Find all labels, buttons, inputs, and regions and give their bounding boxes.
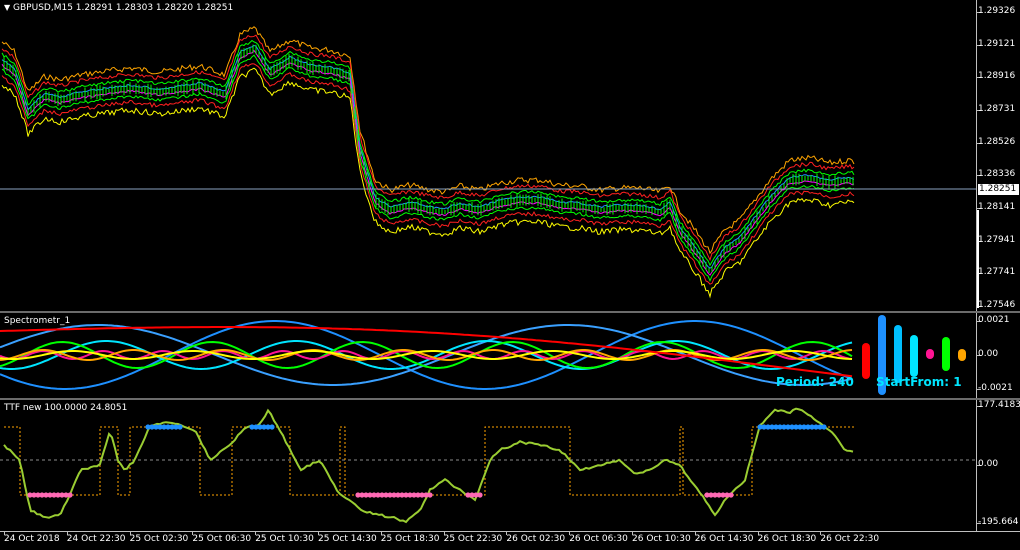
scale-label: 1.27546 <box>978 300 1016 310</box>
spectrometr-start-label: StartFrom: 1 <box>876 375 962 389</box>
chart-menu-icon[interactable]: ▼ <box>4 3 10 12</box>
time-label: 26 Oct 14:30 <box>694 534 754 544</box>
spectrometr-period-label: Period: 240 <box>776 375 854 389</box>
ttf-bull-zone <box>145 424 183 430</box>
envelope-orange-upper <box>1 26 855 255</box>
price-chart-svg[interactable] <box>0 0 976 311</box>
spectrometr-pane[interactable]: Spectrometr_1 Period: 240 StartFrom: 1 0… <box>0 313 1020 398</box>
scale-label: 1.27941 <box>978 234 1016 245</box>
scale-label: 0.00 <box>978 349 999 359</box>
time-label: 26 Oct 18:30 <box>757 534 817 544</box>
ttf-zone-dot <box>427 492 433 498</box>
ttf-bear-zone <box>465 492 483 498</box>
time-label: 25 Oct 22:30 <box>443 534 503 544</box>
time-label: 25 Oct 14:30 <box>318 534 377 544</box>
time-label: 25 Oct 18:30 <box>380 534 440 544</box>
time-label: 24 Oct 22:30 <box>66 534 126 544</box>
ttf-bull-zone <box>757 424 827 430</box>
scale-label: 0.0021 <box>978 315 1010 325</box>
scale-label: 1.27741 <box>978 267 1016 278</box>
ttf-svg[interactable] <box>0 400 976 531</box>
ttf-bear-zone <box>355 492 433 498</box>
spectrometr-amplitude-bar <box>926 349 934 359</box>
time-label: 26 Oct 22:30 <box>820 534 880 544</box>
spectrometr-scale[interactable]: 0.0021 0.00 -0.0021 <box>976 313 1020 398</box>
ttf-bull-zone <box>249 424 275 430</box>
time-label: 25 Oct 02:30 <box>129 534 189 544</box>
envelope-yellow-lower <box>1 67 855 299</box>
time-label: 26 Oct 10:30 <box>632 534 691 544</box>
scale-label: 1.28526 <box>978 136 1016 147</box>
time-axis[interactable]: 24 Oct 2018 24 Oct 22:30 25 Oct 02:30 25 Oc… <box>0 531 1020 550</box>
time-label: 26 Oct 02:30 <box>506 534 566 544</box>
ttf-zone-dot <box>821 424 827 430</box>
ttf-zone-dot <box>728 492 734 498</box>
price-plot-area[interactable] <box>0 0 976 311</box>
ttf-signal-line <box>4 426 855 496</box>
time-label: 25 Oct 10:30 <box>255 534 314 544</box>
price-bars <box>3 44 854 273</box>
spectrometr-title: Spectrometr_1 <box>4 316 71 326</box>
spectrometr-amplitude-bar <box>862 343 870 379</box>
price-scale[interactable]: 1.29326 1.29121 1.28916 1.28731 1.28526 1.283… <box>976 0 1020 311</box>
time-label: 26 Oct 06:30 <box>569 534 628 544</box>
spectrometr-amplitude-bar <box>958 349 966 361</box>
ttf-zone-dot <box>67 492 73 498</box>
time-label: 25 Oct 06:30 <box>192 534 252 544</box>
scale-label: -0.0021 <box>978 383 1013 393</box>
ttf-zone-dot <box>269 424 275 430</box>
price-chart-title: ▼ GBPUSD,M15 1.28291 1.28303 1.28220 1.2… <box>4 3 233 13</box>
ttf-title: TTF new 100.0000 24.8051 <box>4 403 128 413</box>
scale-label: -195.664 <box>978 517 1019 527</box>
ttf-bear-zone <box>704 492 734 498</box>
envelope-red-lower <box>1 63 855 285</box>
spectrometr-amplitude-bar <box>942 337 950 371</box>
scale-label: 1.28916 <box>978 71 1016 82</box>
envelope-red-upper <box>1 34 855 262</box>
scale-label: 1.29121 <box>978 38 1016 49</box>
current-price-tag: 1.28251 <box>978 184 1019 195</box>
scale-label: 1.28731 <box>978 104 1016 114</box>
time-label: 24 Oct 2018 <box>4 534 60 544</box>
ttf-zone-dot <box>177 424 183 430</box>
envelope-green-upper <box>1 39 855 267</box>
scale-range-marker <box>977 210 979 308</box>
price-chart-pane[interactable]: ▼ GBPUSD,M15 1.28291 1.28303 1.28220 1.2… <box>0 0 1020 311</box>
spectrometr-amplitude-bar <box>910 335 918 377</box>
scale-label: 1.28336 <box>978 169 1016 180</box>
scale-label: 1.29326 <box>978 6 1016 16</box>
symbol-ohlc-label: GBPUSD,M15 1.28291 1.28303 1.28220 1.282… <box>13 3 234 13</box>
ttf-pane[interactable]: TTF new 100.0000 24.8051 177.4183 0.00 -19… <box>0 400 1020 531</box>
scale-label: 0.00 <box>978 458 999 469</box>
scale-label: 177.4183 <box>978 400 1020 410</box>
ttf-plot-area[interactable] <box>0 400 976 531</box>
ttf-zone-dot <box>477 492 483 498</box>
ttf-bear-zone <box>27 492 73 498</box>
ttf-scale[interactable]: 177.4183 0.00 -195.664 <box>976 400 1020 531</box>
scale-label: 1.28141 <box>978 202 1016 212</box>
ttf-oscillator-line <box>3 407 854 524</box>
